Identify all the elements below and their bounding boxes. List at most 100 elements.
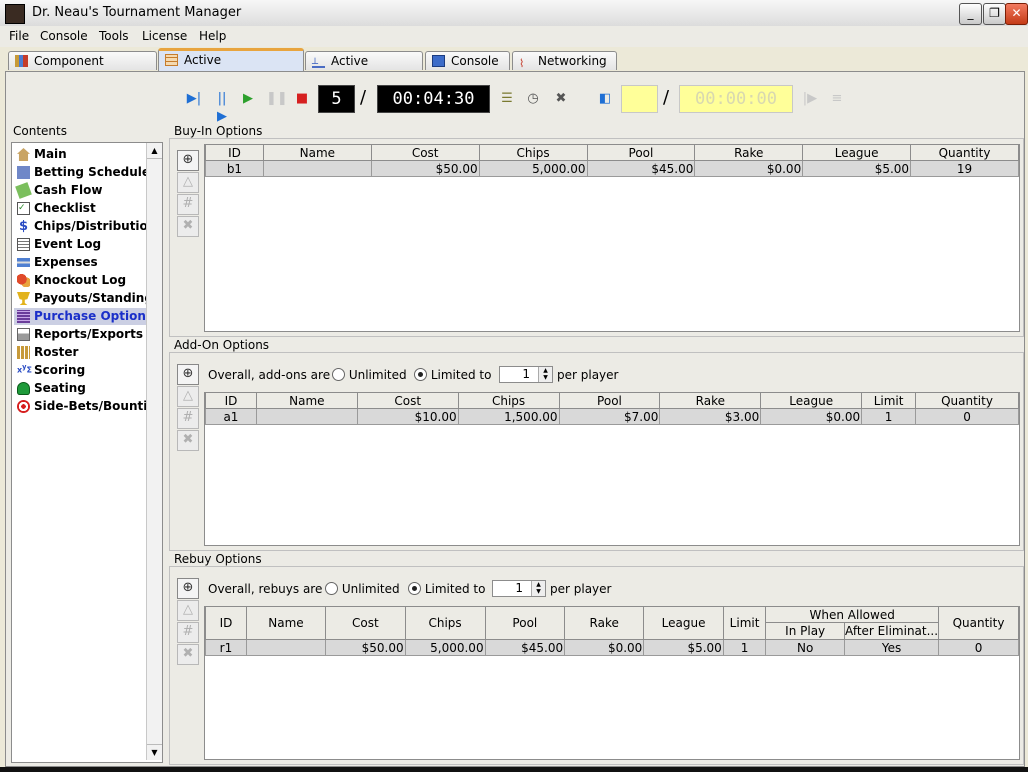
nav-item-event-log[interactable]: Event Log: [14, 236, 146, 253]
table-cell[interactable]: $10.00: [356, 408, 459, 425]
rebuy-edit-button[interactable]: △: [177, 600, 199, 621]
buyin-add-button[interactable]: ⊕: [177, 150, 199, 171]
column-header[interactable]: ID: [205, 607, 247, 640]
addon-unlimited-radio[interactable]: Unlimited: [332, 368, 407, 382]
table-row[interactable]: a1 $10.00 1,500.00 $7.00 $3.00 $0.00 1 0: [205, 408, 1019, 425]
table-cell[interactable]: 0: [915, 408, 1019, 425]
tab-networking[interactable]: ⌇ Networking: [512, 51, 617, 70]
rebuy-number-button[interactable]: #: [177, 622, 199, 643]
menu-license[interactable]: License: [142, 29, 187, 43]
menu-lines-icon[interactable]: ≡: [828, 90, 846, 108]
rebuy-add-button[interactable]: ⊕: [177, 578, 199, 599]
table-cell[interactable]: $0.00: [760, 408, 863, 425]
contents-scrollbar[interactable]: ▲ ▼: [146, 143, 162, 760]
column-header[interactable]: Limit: [861, 393, 917, 409]
rebuy-delete-button[interactable]: ✖: [177, 644, 199, 665]
spinner-arrows-icon[interactable]: ▲ ▼: [538, 367, 552, 382]
nav-item-purchase-options[interactable]: Purchase Options: [14, 308, 153, 325]
step-forward-icon[interactable]: |▶: [801, 90, 819, 108]
tab-active-league[interactable]: ┴Active League: [305, 51, 423, 86]
nav-item-cash-flow[interactable]: Cash Flow: [14, 182, 146, 199]
addon-limited-radio[interactable]: Limited to: [414, 368, 491, 382]
nav-item-main[interactable]: Main: [14, 146, 146, 163]
table-cell[interactable]: 1: [861, 408, 917, 425]
table-cell[interactable]: 5,000.00: [478, 160, 588, 177]
maximize-button[interactable]: ❐: [983, 3, 1006, 25]
stop-icon[interactable]: ■: [293, 90, 311, 108]
column-header[interactable]: Rake: [659, 393, 762, 409]
rebuy-limited-radio[interactable]: Limited to: [408, 582, 485, 596]
column-header[interactable]: Chips: [404, 607, 486, 640]
table-row[interactable]: b1 $50.00 5,000.00 $45.00 $0.00 $5.00 19: [205, 160, 1019, 177]
levels-list-icon[interactable]: ☰: [498, 90, 516, 108]
nav-item-reports-exports[interactable]: Reports/Exports: [14, 326, 146, 343]
table-cell[interactable]: $7.00: [558, 408, 661, 425]
nav-item-checklist[interactable]: ✓ Checklist: [14, 200, 146, 217]
secondary-level-field[interactable]: [621, 85, 658, 113]
table-cell[interactable]: [245, 639, 327, 656]
table-cell[interactable]: $5.00: [643, 639, 724, 656]
play-icon[interactable]: ▶: [239, 90, 257, 108]
column-header[interactable]: ID: [205, 145, 264, 161]
column-header[interactable]: Pool: [484, 607, 566, 640]
table-cell[interactable]: r1: [205, 639, 247, 656]
nav-item-knockout-log[interactable]: Knockout Log: [14, 272, 146, 289]
table-cell[interactable]: No: [765, 639, 846, 656]
table-cell[interactable]: Yes: [844, 639, 940, 656]
column-header[interactable]: Quantity: [938, 607, 1019, 640]
addon-add-button[interactable]: ⊕: [177, 364, 199, 385]
column-header[interactable]: Name: [255, 393, 358, 409]
column-header[interactable]: Quantity: [915, 393, 1019, 409]
column-header[interactable]: Quantity: [910, 145, 1019, 161]
column-header[interactable]: ID: [205, 393, 257, 409]
book-icon[interactable]: ◧: [596, 90, 614, 108]
table-cell[interactable]: $0.00: [564, 639, 645, 656]
menu-console[interactable]: Console: [40, 29, 88, 43]
table-cell[interactable]: 0: [938, 639, 1019, 656]
table-cell[interactable]: 19: [910, 160, 1019, 177]
column-header[interactable]: League: [802, 145, 912, 161]
pause-icon[interactable]: ❚❚: [266, 90, 288, 108]
nav-item-seating[interactable]: Seating: [14, 380, 146, 397]
nav-item-expenses[interactable]: Expenses: [14, 254, 146, 271]
tab-active-tournament[interactable]: Active Tournament: [158, 48, 304, 85]
table-cell[interactable]: [262, 160, 372, 177]
nav-item-side-bets-bounties[interactable]: Side-Bets/Bounties: [14, 398, 163, 415]
buyin-edit-button[interactable]: △: [177, 172, 199, 193]
column-group-header[interactable]: When Allowed: [765, 607, 940, 624]
table-cell[interactable]: a1: [205, 408, 257, 425]
column-header[interactable]: Rake: [694, 145, 804, 161]
table-cell[interactable]: $45.00: [484, 639, 566, 656]
addon-number-button[interactable]: #: [177, 408, 199, 429]
scroll-down-icon[interactable]: ▼: [147, 744, 162, 760]
nav-item-betting-schedule[interactable]: Betting Schedule: [14, 164, 150, 181]
tab-console[interactable]: Console: [425, 51, 510, 70]
table-cell[interactable]: [255, 408, 358, 425]
rebuy-unlimited-radio[interactable]: Unlimited: [325, 582, 400, 596]
nav-item-payouts-standings[interactable]: Payouts/Standings: [14, 290, 160, 307]
table-cell[interactable]: 1,500.00: [457, 408, 560, 425]
table-cell[interactable]: b1: [205, 160, 264, 177]
table-row[interactable]: r1 $50.00 5,000.00 $45.00 $0.00 $5.00 1 …: [205, 639, 1019, 656]
table-cell[interactable]: $5.00: [802, 160, 912, 177]
addon-limit-spinner[interactable]: 1 ▲ ▼: [499, 366, 553, 383]
minimize-button[interactable]: _: [959, 3, 982, 25]
tab-component-library[interactable]: Component Library: [8, 51, 157, 86]
column-header[interactable]: In Play: [765, 622, 846, 640]
column-header[interactable]: Chips: [457, 393, 560, 409]
nav-item-scoring[interactable]: xyΣ Scoring: [14, 362, 146, 379]
column-header[interactable]: Pool: [558, 393, 661, 409]
menu-tools[interactable]: Tools: [99, 29, 129, 43]
table-cell[interactable]: $45.00: [586, 160, 696, 177]
column-header[interactable]: Cost: [356, 393, 459, 409]
buyin-delete-button[interactable]: ✖: [177, 216, 199, 237]
column-header[interactable]: After Eliminat...: [844, 622, 940, 640]
column-header[interactable]: Rake: [564, 607, 645, 640]
scroll-up-icon[interactable]: ▲: [147, 143, 162, 159]
nav-item-roster[interactable]: Roster: [14, 344, 146, 361]
close-button[interactable]: ✕: [1005, 3, 1028, 25]
column-header[interactable]: League: [760, 393, 863, 409]
column-header[interactable]: Name: [262, 145, 372, 161]
nav-item-chips-distribution[interactable]: $ Chips/Distribution: [14, 218, 156, 235]
table-cell[interactable]: $0.00: [694, 160, 804, 177]
